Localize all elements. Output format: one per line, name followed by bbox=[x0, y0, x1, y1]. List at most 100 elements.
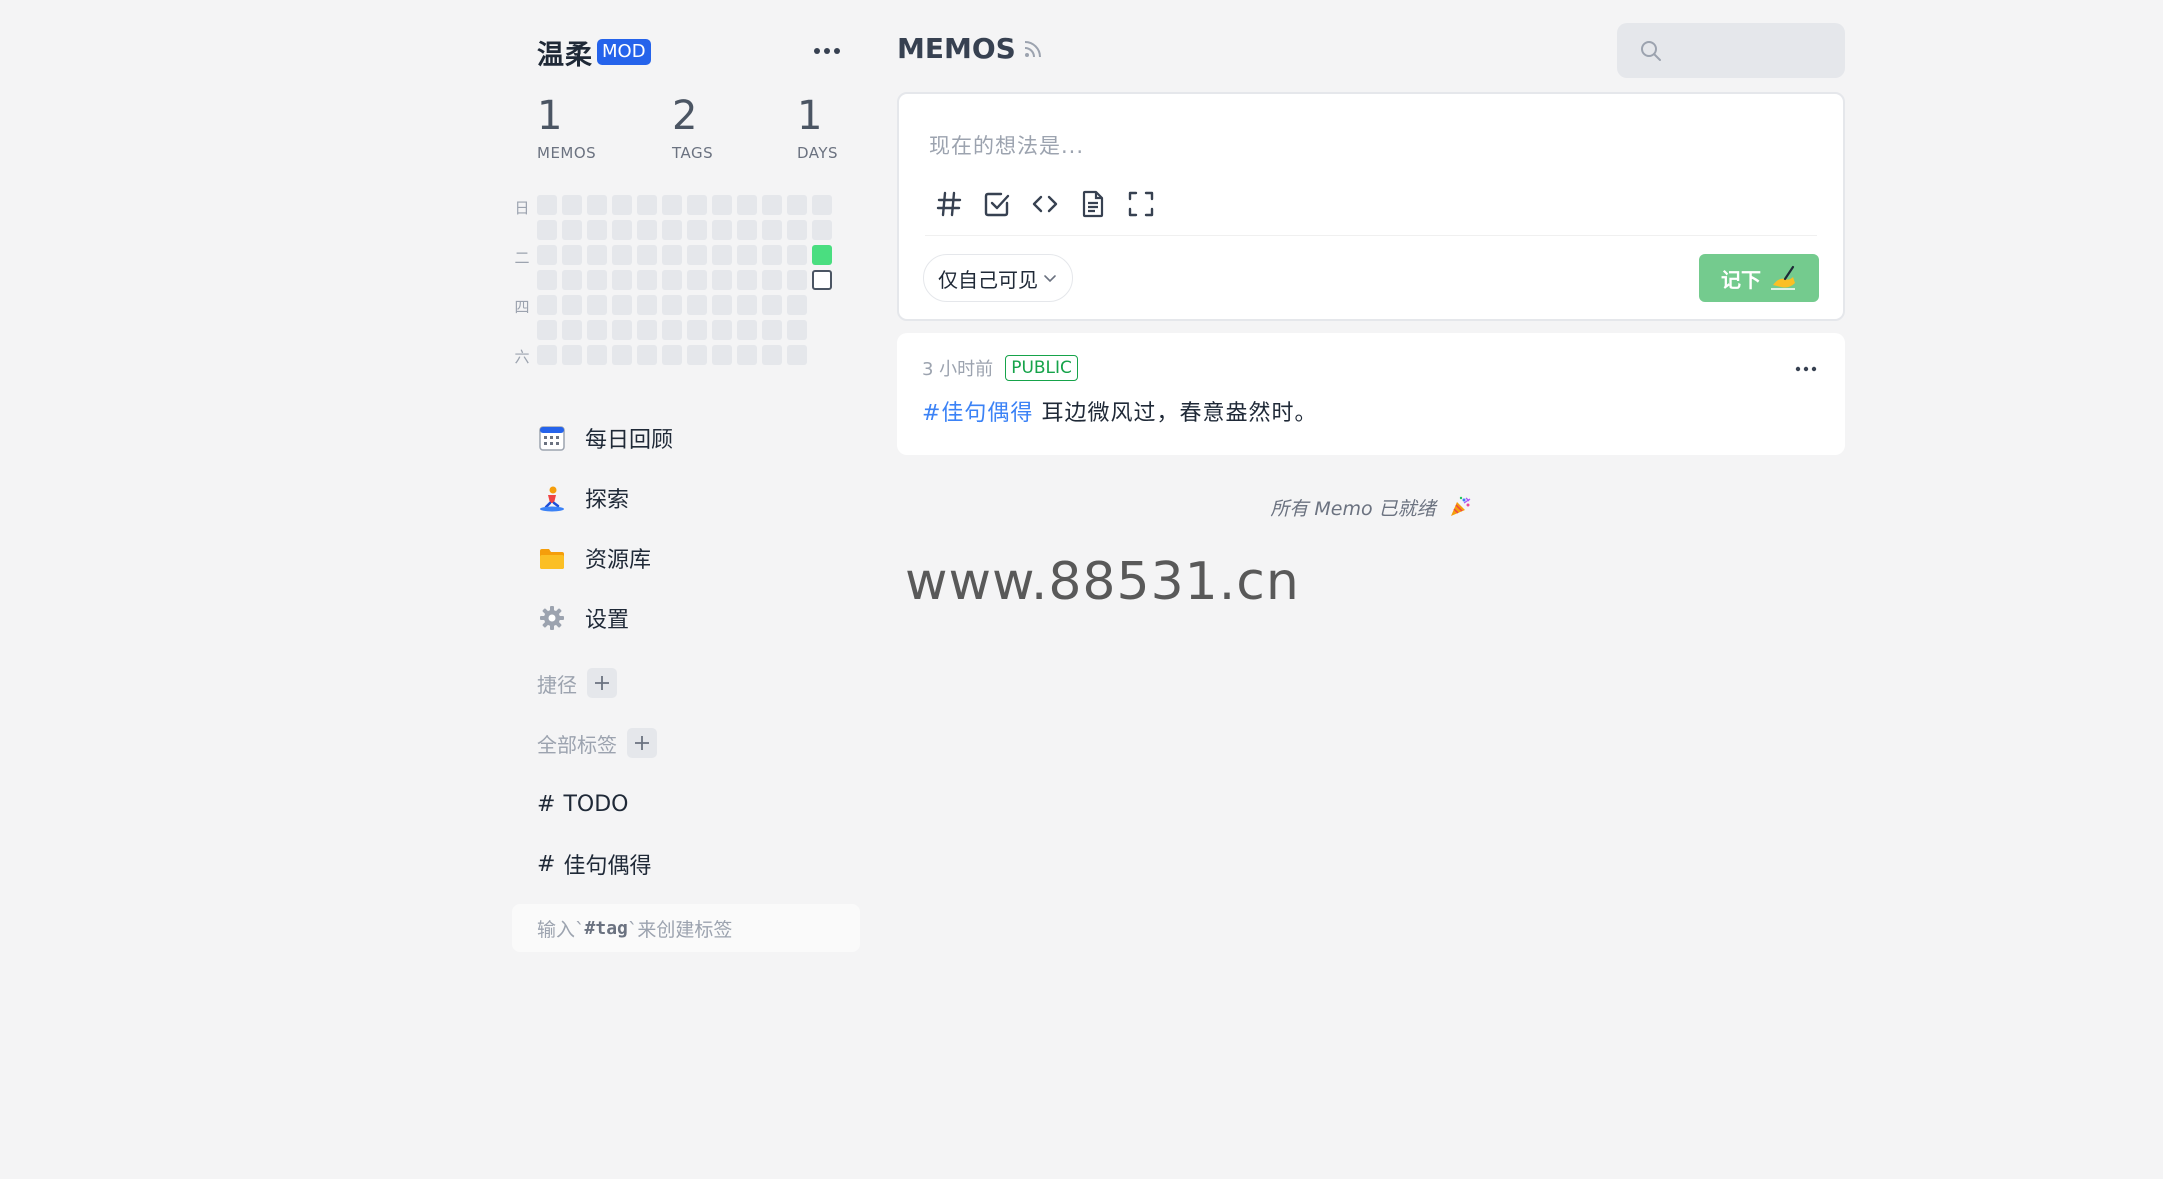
nav-explore[interactable]: 探索 bbox=[537, 468, 837, 528]
heatmap-cell[interactable] bbox=[562, 245, 582, 265]
heatmap-cell[interactable] bbox=[587, 220, 607, 240]
heatmap-cell[interactable] bbox=[662, 270, 682, 290]
heatmap-cell[interactable] bbox=[762, 295, 782, 315]
heatmap-cell[interactable] bbox=[637, 320, 657, 340]
heatmap-cell[interactable] bbox=[737, 245, 757, 265]
heatmap-cell[interactable] bbox=[662, 220, 682, 240]
heatmap-cell[interactable] bbox=[662, 195, 682, 215]
heatmap-cell[interactable] bbox=[637, 245, 657, 265]
heatmap-cell[interactable] bbox=[712, 270, 732, 290]
heatmap-cell[interactable] bbox=[812, 220, 832, 240]
heatmap-cell[interactable] bbox=[812, 195, 832, 215]
heatmap-cell[interactable] bbox=[787, 220, 807, 240]
save-button[interactable]: 记下 bbox=[1699, 254, 1819, 302]
resource-button[interactable] bbox=[1073, 184, 1113, 224]
heatmap-cell[interactable] bbox=[587, 270, 607, 290]
visibility-select[interactable]: 仅自己可见 bbox=[923, 254, 1073, 302]
more-icon[interactable] bbox=[809, 36, 845, 66]
heatmap-cell[interactable] bbox=[712, 320, 732, 340]
memo-time[interactable]: 3 小时前 bbox=[922, 355, 993, 381]
heatmap-cell[interactable] bbox=[762, 220, 782, 240]
heatmap-cell[interactable] bbox=[562, 295, 582, 315]
heatmap-cell[interactable] bbox=[712, 345, 732, 365]
heatmap-cell[interactable] bbox=[712, 220, 732, 240]
user-banner[interactable]: 温柔 MOD bbox=[537, 32, 857, 72]
heatmap-cell[interactable] bbox=[612, 270, 632, 290]
heatmap-cell[interactable] bbox=[687, 245, 707, 265]
code-button[interactable] bbox=[1025, 184, 1065, 224]
nav-daily-review[interactable]: 每日回顾 bbox=[537, 408, 837, 468]
heatmap-cell[interactable] bbox=[662, 245, 682, 265]
heatmap-cell[interactable] bbox=[662, 320, 682, 340]
heatmap-cell[interactable] bbox=[587, 320, 607, 340]
heatmap-cell[interactable] bbox=[612, 220, 632, 240]
heatmap-cell[interactable] bbox=[587, 295, 607, 315]
fullscreen-button[interactable] bbox=[1121, 184, 1161, 224]
nav-settings[interactable]: 设置 bbox=[537, 588, 837, 648]
heatmap-cell[interactable] bbox=[687, 195, 707, 215]
search-input[interactable] bbox=[1671, 39, 1841, 62]
heatmap-cell[interactable] bbox=[712, 295, 732, 315]
heatmap-cell[interactable] bbox=[537, 295, 557, 315]
heatmap-cell[interactable] bbox=[537, 195, 557, 215]
add-shortcut-button[interactable] bbox=[587, 668, 617, 698]
heatmap-cell[interactable] bbox=[687, 345, 707, 365]
heatmap-cell[interactable] bbox=[587, 345, 607, 365]
heatmap-cell[interactable] bbox=[587, 245, 607, 265]
heatmap-cell[interactable] bbox=[737, 295, 757, 315]
heatmap-cell[interactable] bbox=[537, 220, 557, 240]
heatmap-cell[interactable] bbox=[637, 270, 657, 290]
heatmap-cell[interactable] bbox=[612, 345, 632, 365]
memo-more-icon[interactable] bbox=[1792, 359, 1820, 379]
heatmap-cell[interactable] bbox=[762, 320, 782, 340]
heatmap-cell[interactable] bbox=[687, 295, 707, 315]
heatmap-cell[interactable] bbox=[712, 245, 732, 265]
heatmap-cell[interactable] bbox=[687, 220, 707, 240]
heatmap-cell[interactable] bbox=[762, 270, 782, 290]
heatmap-cell[interactable] bbox=[637, 195, 657, 215]
nav-resources[interactable]: 资源库 bbox=[537, 528, 837, 588]
heatmap-cell[interactable] bbox=[637, 220, 657, 240]
heatmap-cell[interactable] bbox=[637, 345, 657, 365]
heatmap-cell[interactable] bbox=[737, 320, 757, 340]
add-tag-button[interactable] bbox=[627, 728, 657, 758]
tag-item-jiaju[interactable]: # 佳句偶得 bbox=[537, 844, 651, 884]
heatmap-cell[interactable] bbox=[712, 195, 732, 215]
heatmap-cell[interactable] bbox=[812, 245, 832, 265]
heatmap-cell[interactable] bbox=[537, 245, 557, 265]
heatmap-cell[interactable] bbox=[612, 295, 632, 315]
heatmap-cell[interactable] bbox=[562, 220, 582, 240]
heatmap-cell[interactable] bbox=[737, 195, 757, 215]
heatmap-cell[interactable] bbox=[762, 195, 782, 215]
tag-button[interactable] bbox=[929, 184, 969, 224]
heatmap-cell[interactable] bbox=[737, 220, 757, 240]
heatmap-cell[interactable] bbox=[562, 270, 582, 290]
editor-input[interactable]: 现在的想法是... bbox=[929, 130, 1084, 160]
heatmap-cell[interactable] bbox=[687, 320, 707, 340]
todo-button[interactable] bbox=[977, 184, 1017, 224]
heatmap-cell[interactable] bbox=[787, 270, 807, 290]
heatmap-cell[interactable] bbox=[787, 345, 807, 365]
heatmap-cell[interactable] bbox=[612, 320, 632, 340]
heatmap-cell[interactable] bbox=[737, 270, 757, 290]
heatmap-cell[interactable] bbox=[637, 295, 657, 315]
heatmap-cell[interactable] bbox=[537, 345, 557, 365]
heatmap-cell[interactable] bbox=[662, 295, 682, 315]
heatmap-cell[interactable] bbox=[787, 245, 807, 265]
heatmap-cell[interactable] bbox=[737, 345, 757, 365]
memo-tag-link[interactable]: #佳句偶得 bbox=[922, 401, 1033, 426]
heatmap-cell[interactable] bbox=[562, 195, 582, 215]
heatmap-cell[interactable] bbox=[762, 245, 782, 265]
heatmap-cell[interactable] bbox=[537, 320, 557, 340]
heatmap-cell[interactable] bbox=[787, 295, 807, 315]
heatmap-cell[interactable] bbox=[612, 195, 632, 215]
heatmap-cell[interactable] bbox=[687, 270, 707, 290]
heatmap-cell[interactable] bbox=[562, 345, 582, 365]
heatmap-cell[interactable] bbox=[812, 270, 832, 290]
search-box[interactable] bbox=[1617, 23, 1845, 78]
heatmap-cell[interactable] bbox=[562, 320, 582, 340]
heatmap-cell[interactable] bbox=[537, 270, 557, 290]
rss-icon[interactable] bbox=[1022, 38, 1044, 60]
heatmap-cell[interactable] bbox=[662, 345, 682, 365]
heatmap-cell[interactable] bbox=[787, 195, 807, 215]
